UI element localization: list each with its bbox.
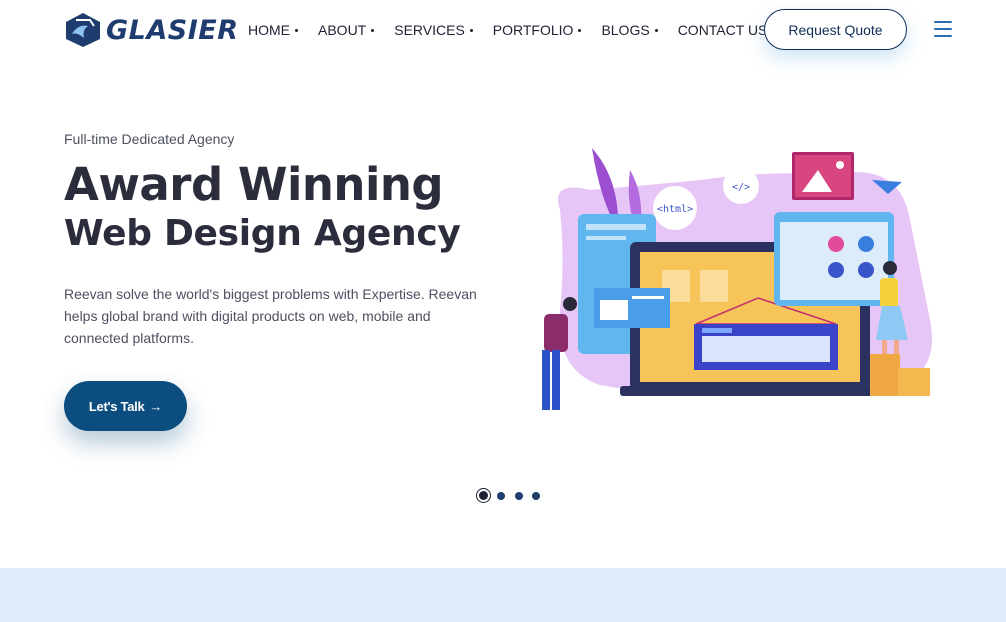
dropdown-dot-icon <box>371 28 375 32</box>
arrow-right-icon: → <box>149 398 163 414</box>
request-quote-button[interactable]: Request Quote <box>764 9 907 50</box>
slide-dot-2[interactable] <box>497 491 505 500</box>
hero-title-line1: Award Winning <box>64 158 444 211</box>
nav-label: BLOGS <box>601 22 650 38</box>
nav-item-about[interactable]: ABOUT <box>318 22 375 38</box>
hero-description: Reevan solve the world's biggest problem… <box>64 286 477 346</box>
hero-eyebrow: Full-time Dedicated Agency <box>64 131 235 147</box>
site-header: GLASIER HOME ABOUT SERVICES PORTFOLIO BL… <box>0 0 1006 62</box>
slide-dot-3[interactable] <box>514 491 523 500</box>
slider-pagination <box>476 488 550 503</box>
hamburger-menu-icon[interactable] <box>934 21 952 39</box>
hero-illustration: <html> </> <box>542 148 932 410</box>
nav-item-blogs[interactable]: BLOGS <box>601 22 658 38</box>
hero-title-line2: Web Design Agency <box>64 213 461 254</box>
main-nav: HOME ABOUT SERVICES PORTFOLIO BLOGS CONT… <box>248 22 795 38</box>
lets-talk-button[interactable]: Let's Talk → <box>64 381 187 431</box>
nav-label: PORTFOLIO <box>492 22 574 38</box>
logo-mark-icon <box>66 13 100 47</box>
nav-item-home[interactable]: HOME <box>248 22 298 38</box>
nav-item-contact[interactable]: CONTACT US <box>678 22 776 38</box>
nav-label: SERVICES <box>394 22 465 38</box>
lets-talk-label: Let's Talk <box>88 398 145 414</box>
nav-item-services[interactable]: SERVICES <box>394 22 473 38</box>
nav-label: CONTACT US <box>677 22 768 38</box>
slide-dot-1[interactable] <box>476 488 491 503</box>
code-tag-label: </> <box>732 182 750 193</box>
nav-label: ABOUT <box>318 22 367 38</box>
html-tag-label: <html> <box>657 204 693 215</box>
brand-logo[interactable]: GLASIER <box>64 12 239 48</box>
dropdown-dot-icon <box>295 28 298 32</box>
next-section-band <box>0 568 1006 622</box>
slide-dot-4[interactable] <box>532 491 540 500</box>
dropdown-dot-icon <box>654 28 658 32</box>
nav-item-portfolio[interactable]: PORTFOLIO <box>493 22 582 38</box>
nav-label: HOME <box>248 22 290 38</box>
dropdown-dot-icon <box>469 28 473 32</box>
dropdown-dot-icon <box>578 28 582 32</box>
brand-name: GLASIER <box>106 14 239 46</box>
